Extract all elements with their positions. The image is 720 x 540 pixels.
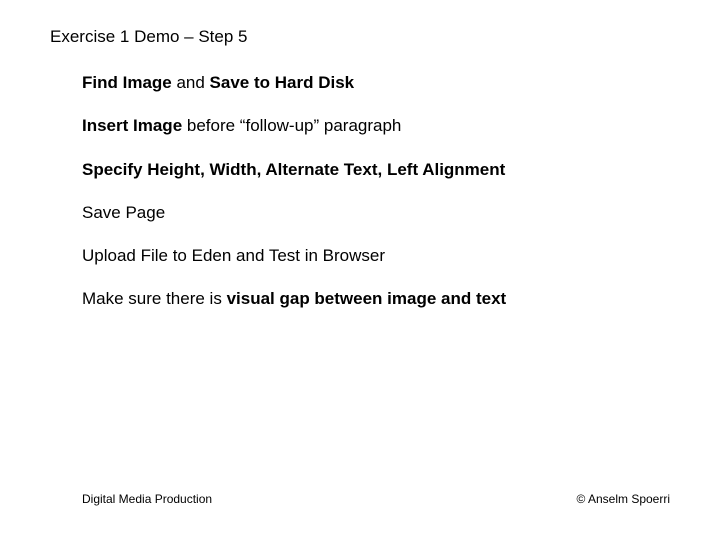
bullet-6: Make sure there is visual gap between im… (82, 288, 682, 309)
text: Make sure there is (82, 289, 227, 308)
bullet-2: Insert Image before “follow-up” paragrap… (82, 115, 682, 136)
slide-content: Find Image and Save to Hard Disk Insert … (82, 72, 682, 332)
text: and (172, 73, 210, 92)
text: before “follow-up” paragraph (182, 116, 401, 135)
text-bold: Save to Hard Disk (210, 73, 355, 92)
text: Upload File to Eden and Test in Browser (82, 246, 385, 265)
footer-right: © Anselm Spoerri (576, 492, 670, 506)
slide-title: Exercise 1 Demo – Step 5 (50, 27, 247, 47)
bullet-1: Find Image and Save to Hard Disk (82, 72, 682, 93)
bullet-4: Save Page (82, 202, 682, 223)
footer-left: Digital Media Production (82, 492, 212, 506)
slide: Exercise 1 Demo – Step 5 Find Image and … (0, 0, 720, 540)
text: Save Page (82, 203, 165, 222)
text-bold: Insert Image (82, 116, 182, 135)
text-bold: Find Image (82, 73, 172, 92)
bullet-3: Specify Height, Width, Alternate Text, L… (82, 159, 682, 180)
text-bold: visual gap between image and text (227, 289, 507, 308)
bullet-5: Upload File to Eden and Test in Browser (82, 245, 682, 266)
text-bold: Specify Height, Width, Alternate Text, L… (82, 160, 505, 179)
